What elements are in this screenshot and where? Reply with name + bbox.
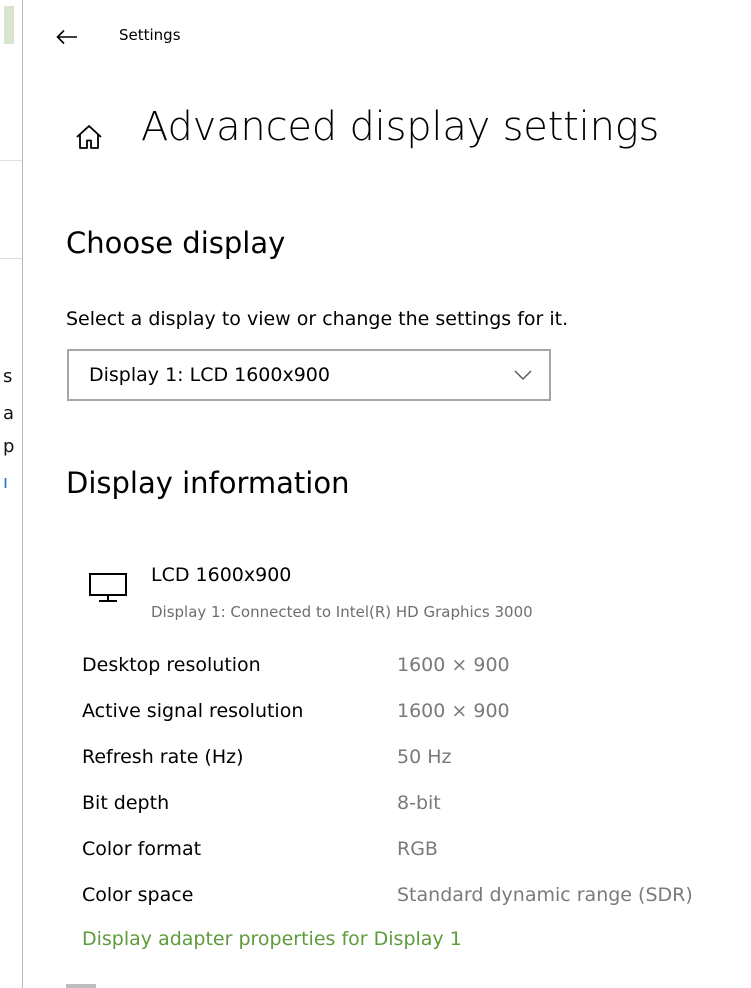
info-value: 1600 × 900: [397, 700, 510, 722]
display-information-heading: Display information: [66, 466, 350, 500]
home-icon[interactable]: [74, 122, 104, 152]
info-value: 8-bit: [397, 792, 441, 814]
display-info-table: Desktop resolution 1600 × 900 Active sig…: [82, 648, 751, 924]
info-value: 50 Hz: [397, 746, 452, 768]
choose-display-heading: Choose display: [66, 226, 286, 260]
background-window-text: s: [3, 366, 13, 387]
back-arrow-icon: [56, 29, 77, 45]
info-value: Standard dynamic range (SDR): [397, 884, 693, 906]
monitor-icon: [89, 573, 127, 602]
background-window-text: p: [3, 436, 15, 457]
display-select-value: Display 1: LCD 1600x900: [89, 364, 330, 386]
info-row-refresh-rate: Refresh rate (Hz) 50 Hz: [82, 740, 751, 786]
info-row-active-signal-resolution: Active signal resolution 1600 × 900: [82, 694, 751, 740]
info-row-bit-depth: Bit depth 8-bit: [82, 786, 751, 832]
info-row-color-space: Color space Standard dynamic range (SDR): [82, 878, 751, 924]
back-button[interactable]: [52, 22, 82, 52]
info-row-color-format: Color format RGB: [82, 832, 751, 878]
window-border: [22, 0, 23, 988]
info-label: Active signal resolution: [82, 700, 304, 722]
background-window-text: a: [3, 403, 15, 424]
background-window-divider: [0, 258, 22, 259]
info-label: Refresh rate (Hz): [82, 746, 244, 768]
background-window-swatch: [4, 6, 14, 44]
background-window-text: ı: [3, 472, 9, 493]
settings-window: s a p ı Settings Advanced display settin…: [0, 0, 751, 988]
choose-display-description: Select a display to view or change the s…: [66, 308, 569, 330]
info-label: Color space: [82, 884, 194, 906]
info-value: 1600 × 900: [397, 654, 510, 676]
info-label: Color format: [82, 838, 202, 860]
monitor-connection: Display 1: Connected to Intel(R) HD Grap…: [151, 603, 533, 621]
cut-off-content-fragment: [66, 984, 96, 988]
info-label: Bit depth: [82, 792, 170, 814]
info-row-desktop-resolution: Desktop resolution 1600 × 900: [82, 648, 751, 694]
page-title: Advanced display settings: [141, 104, 660, 150]
app-title: Settings: [119, 26, 181, 44]
monitor-name: LCD 1600x900: [151, 564, 292, 586]
info-label: Desktop resolution: [82, 654, 261, 676]
background-window-edge: s a p ı: [0, 0, 24, 988]
display-select-dropdown[interactable]: Display 1: LCD 1600x900: [67, 349, 551, 401]
info-value: RGB: [397, 838, 438, 860]
display-adapter-properties-link[interactable]: Display adapter properties for Display 1: [82, 928, 462, 950]
background-window-divider: [0, 160, 22, 161]
chevron-down-icon: [514, 370, 532, 380]
cut-off-content: [66, 978, 426, 988]
